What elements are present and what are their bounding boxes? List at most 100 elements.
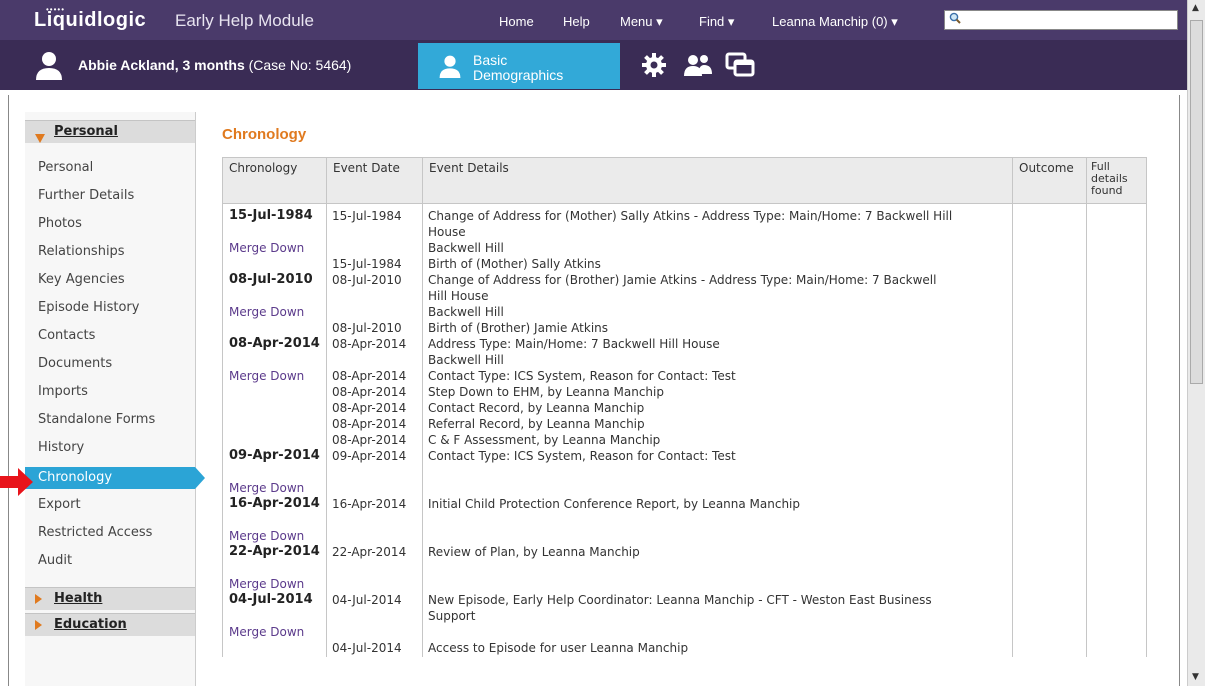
full-details-cell (1086, 337, 1147, 449)
sidebar-item-documents[interactable]: Documents (38, 356, 112, 371)
sidebar-item-imports[interactable]: Imports (38, 384, 88, 399)
event-date-cell-line (332, 305, 417, 321)
event-details-cell-line: Change of Address for (Brother) Jamie At… (428, 273, 937, 287)
search-icon[interactable] (949, 12, 961, 24)
scroll-thumb[interactable] (1190, 20, 1203, 384)
sidebar-group-label: Education (54, 617, 127, 632)
outcome-cell (1012, 497, 1087, 545)
event-details-cell-line: Backwell Hill (428, 305, 504, 319)
event-details-cell-line (428, 625, 1007, 641)
sidebar-item-key-agencies[interactable]: Key Agencies (38, 272, 125, 287)
scroll-up-icon[interactable]: ▲ (1192, 3, 1199, 13)
event-date-cell-line (332, 241, 417, 257)
sidebar-item-personal[interactable]: Personal (38, 160, 93, 175)
search-input[interactable] (944, 10, 1178, 30)
sidebar-item-photos[interactable]: Photos (38, 216, 82, 231)
nav-help[interactable]: Help (563, 14, 590, 29)
nav-menu[interactable]: Menu ▾ (620, 14, 663, 30)
event-details-cell-line: Contact Type: ICS System, Reason for Con… (428, 449, 736, 463)
event-date-cell-line: 22-Apr-2014 (332, 545, 407, 559)
sidebar-group-personal[interactable]: Personal (25, 120, 195, 143)
event-details-cell-line: Review of Plan, by Leanna Manchip (428, 545, 640, 559)
chronology-cell-line: Merge Down (229, 529, 305, 543)
event-details-cell: Address Type: Main/Home: 7 Backwell Hill… (422, 337, 1013, 449)
table-row: 15-Jul-1984 Merge Down 15-Jul-1984 15-Jul-1… (222, 203, 1147, 273)
sidebar-item-further-details[interactable]: Further Details (38, 188, 134, 203)
event-date-cell-line: 08-Jul-2010 (332, 273, 402, 287)
chronology-cell-line: 08-Jul-2010 (229, 273, 313, 287)
triangle-right-icon (35, 594, 42, 604)
outcome-cell (1012, 203, 1087, 273)
event-details-cell-line (428, 577, 1007, 593)
sidebar-item-label: Chronology (38, 470, 113, 485)
people-icon[interactable] (683, 52, 713, 78)
chronology-cell-line: 04-Jul-2014 (229, 593, 313, 607)
chronology-cell-line (229, 401, 321, 417)
active-pointer (195, 467, 205, 489)
event-date-cell-line (332, 465, 417, 481)
chronology-cell-line: Merge Down (229, 481, 305, 495)
event-date-cell-line (332, 625, 417, 641)
event-date-cell: 09-Apr-2014 (326, 449, 423, 497)
tab-basic-demographics[interactable]: Basic Demographics (418, 43, 620, 89)
full-details-cell (1086, 203, 1147, 273)
event-date-cell-line (332, 609, 417, 625)
column-header-outcome: Outcome (1012, 157, 1087, 204)
chronology-cell: 15-Jul-1984 Merge Down (222, 203, 327, 273)
sidebar-item-contacts[interactable]: Contacts (38, 328, 95, 343)
nav-home[interactable]: Home (499, 14, 534, 29)
event-date-cell-line: 08-Apr-2014 (332, 337, 407, 351)
chronology-cell: 04-Jul-2014 Merge Down (222, 593, 327, 657)
sidebar-group-health[interactable]: Health (25, 587, 195, 610)
chronology-cell-line (229, 321, 321, 337)
person-icon (36, 52, 62, 80)
case-title: Abbie Ackland, 3 months (Case No: 5464) (78, 57, 351, 73)
module-title: Early Help Module (175, 11, 314, 30)
column-header-event-date: Event Date (326, 157, 423, 204)
sidebar-item-restricted-access[interactable]: Restricted Access (38, 525, 152, 540)
nav-find[interactable]: Find ▾ (699, 14, 734, 30)
chronology-cell-line: 09-Apr-2014 (229, 449, 320, 463)
event-details-cell: Change of Address for (Brother) Jamie At… (422, 273, 1013, 337)
nav-user[interactable]: Leanna Manchip (0) ▾ (772, 14, 898, 30)
event-date-cell-line: 15-Jul-1984 (332, 257, 402, 271)
sidebar-item-history[interactable]: History (38, 440, 84, 455)
event-details-cell-line: Hill House (428, 289, 489, 303)
chronology-cell-line (229, 561, 321, 577)
sidebar-item-audit[interactable]: Audit (38, 553, 72, 568)
chronology-cell-line (229, 225, 321, 241)
logo[interactable]: ••••• Liquidlogic (34, 5, 146, 32)
event-date-cell-line (332, 577, 417, 593)
top-bar: ••••• Liquidlogic Early Help Module Home … (0, 0, 1187, 40)
sidebar-item-standalone-forms[interactable]: Standalone Forms (38, 412, 155, 427)
scroll-down-icon[interactable]: ▼ (1192, 672, 1199, 682)
full-details-cell (1086, 449, 1147, 497)
table-row: 08-Apr-2014 Merge Down 08-Apr-2014 08-Apr-2… (222, 337, 1147, 449)
event-details-cell-line: Referral Record, by Leanna Manchip (428, 417, 645, 431)
gear-icon[interactable] (641, 52, 667, 78)
event-date-cell-line (332, 353, 417, 369)
table-row: 04-Jul-2014 Merge Down 04-Jul-2014 04-Jul-2… (222, 593, 1147, 657)
red-arrow-icon (0, 468, 33, 496)
sidebar-item-episode-history[interactable]: Episode History (38, 300, 139, 315)
event-details-cell-line (428, 513, 1007, 529)
event-details-cell-line: Support (428, 609, 476, 623)
sidebar-group-education[interactable]: Education (25, 613, 195, 636)
chronology-cell: 09-Apr-2014 Merge Down (222, 449, 327, 497)
event-details-cell-line: Contact Type: ICS System, Reason for Con… (428, 369, 736, 383)
sidebar-item-export[interactable]: Export (38, 497, 81, 512)
sidebar-item-relationships[interactable]: Relationships (38, 244, 125, 259)
windows-icon[interactable] (725, 52, 755, 78)
chronology-cell-line: 16-Apr-2014 (229, 497, 320, 511)
event-details-cell: Initial Child Protection Conference Repo… (422, 497, 1013, 545)
case-number: (Case No: 5464) (248, 57, 352, 73)
chronology-cell: 22-Apr-2014 Merge Down (222, 545, 327, 593)
event-details-cell-line: Address Type: Main/Home: 7 Backwell Hill… (428, 337, 720, 351)
vertical-scrollbar[interactable]: ▲ ▼ (1187, 0, 1205, 686)
sidebar-item-chronology[interactable]: Chronology (25, 467, 205, 489)
event-date-cell-line: 04-Jul-2014 (332, 593, 402, 607)
event-details-cell-line: Access to Episode for user Leanna Manchi… (428, 641, 689, 655)
outcome-cell (1012, 593, 1087, 657)
event-date-cell-line: 08-Apr-2014 (332, 369, 407, 383)
event-details-cell: New Episode, Early Help Coordinator: Lea… (422, 593, 1013, 657)
